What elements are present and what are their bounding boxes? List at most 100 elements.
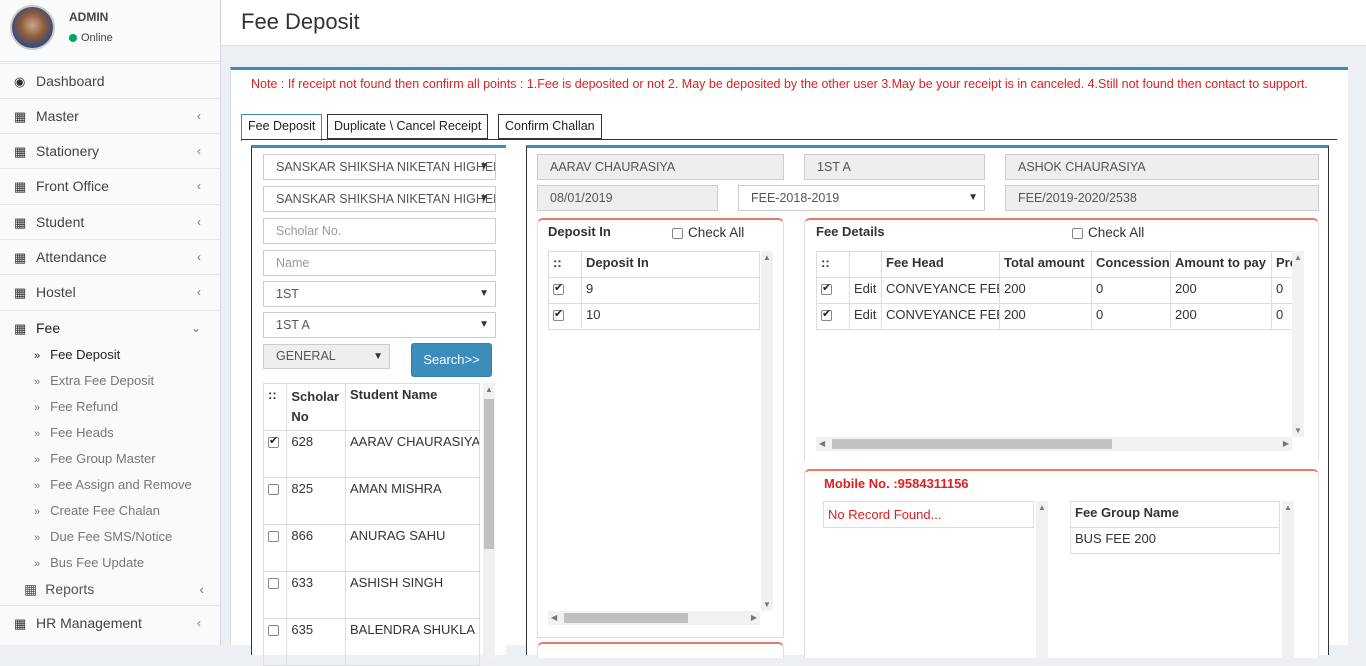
- school-select-2[interactable]: SANSKAR SHIKSHA NIKETAN HIGHER SECONDARY…: [263, 186, 496, 212]
- checkbox[interactable]: [268, 578, 279, 590]
- checkbox[interactable]: [821, 307, 832, 322]
- scroll-right-icon[interactable]: ▶: [1283, 439, 1289, 448]
- edit-link[interactable]: Edit: [849, 303, 882, 330]
- sidebar-item-hr-management[interactable]: ▦ HR Management ‹: [0, 605, 221, 640]
- checkbox[interactable]: [672, 227, 683, 239]
- row-checkbox-cell[interactable]: [816, 277, 850, 304]
- table-row[interactable]: Edit CONVEYANCE FEE 200 0 200 0: [816, 277, 1293, 304]
- table-row[interactable]: 633 ASHISH SINGH: [262, 571, 480, 619]
- checkbox[interactable]: [268, 434, 279, 449]
- table-row[interactable]: 635 BALENDRA SHUKLA: [262, 618, 480, 666]
- deposit-in-vscroll[interactable]: ▲ ▼: [761, 251, 773, 611]
- row-checkbox-cell[interactable]: [262, 524, 288, 572]
- sidebar-item-dashboard[interactable]: ◉ Dashboard: [0, 63, 221, 98]
- sidebar-item-attendance[interactable]: ▦ Attendance ‹: [0, 239, 221, 274]
- row-checkbox-cell[interactable]: [262, 618, 288, 666]
- fee-details-hscroll[interactable]: ◀ ▶: [816, 437, 1292, 451]
- user-status-label: Online: [81, 32, 113, 44]
- sidebar-item-hostel[interactable]: ▦ Hostel ‹: [0, 274, 221, 309]
- sidebar-item-stationery[interactable]: ▦ Stationery ‹: [0, 133, 221, 168]
- scroll-up-icon[interactable]: ▲: [485, 385, 493, 394]
- tab-duplicate-cancel-receipt[interactable]: Duplicate \ Cancel Receipt: [327, 114, 489, 139]
- search-button[interactable]: Search>>: [411, 343, 492, 377]
- checkbox[interactable]: [553, 307, 564, 322]
- scroll-down-icon[interactable]: ▼: [763, 600, 771, 609]
- scroll-left-icon[interactable]: ◀: [819, 439, 825, 448]
- table-row[interactable]: 825 AMAN MISHRA: [262, 477, 480, 525]
- fee-group-table: Fee Group Name BUS FEE 200: [1070, 501, 1280, 554]
- scroll-up-icon[interactable]: ▲: [1038, 503, 1046, 512]
- sidebar-item-fee[interactable]: ▦ Fee ⌄: [0, 310, 221, 345]
- scroll-down-icon[interactable]: ▼: [1294, 426, 1302, 435]
- scroll-thumb[interactable]: [564, 613, 688, 623]
- name-input[interactable]: Name: [263, 250, 496, 276]
- table-header: ::: [262, 383, 288, 431]
- table-row[interactable]: 628AARAV CHAURASIYA: [262, 430, 480, 478]
- check-all-label: Check All: [688, 225, 745, 240]
- scroll-up-icon[interactable]: ▲: [1284, 503, 1292, 512]
- scroll-up-icon[interactable]: ▲: [763, 253, 771, 262]
- category-select[interactable]: GENERAL ▼: [263, 344, 390, 369]
- sidebar-item-student[interactable]: ▦ Student ‹: [0, 204, 221, 239]
- scholar-no-input[interactable]: Scholar No.: [263, 218, 496, 244]
- fee-details-vscroll[interactable]: ▲ ▼: [1292, 251, 1304, 437]
- row-checkbox-cell[interactable]: [262, 571, 288, 619]
- deposit-check-all[interactable]: Check All: [672, 225, 744, 240]
- table-header: ::: [548, 251, 582, 278]
- sidebar-item-master[interactable]: ▦ Master ‹: [0, 98, 221, 133]
- sidebar-subitem-fee-refund[interactable]: » Fee Refund: [34, 394, 118, 420]
- student-name-cell: BALENDRA SHUKLA: [345, 618, 480, 666]
- sidebar-subitem-fee-group-master[interactable]: » Fee Group Master: [34, 446, 156, 472]
- double-chevron-right-icon: »: [34, 506, 41, 518]
- sidebar-item-front-office[interactable]: ▦ Front Office ‹: [0, 168, 221, 203]
- fee-group-vscroll[interactable]: ▲: [1282, 501, 1294, 660]
- school-select-value: SANSKAR SHIKSHA NIKETAN HIGHER SECONDARY: [276, 192, 495, 206]
- checkbox[interactable]: [268, 484, 279, 496]
- scroll-thumb[interactable]: [484, 399, 494, 549]
- sidebar-subitem-create-fee-chalan[interactable]: » Create Fee Chalan: [34, 498, 160, 524]
- edit-link[interactable]: Edit: [849, 277, 882, 304]
- sidebar-subitem-fee-assign[interactable]: » Fee Assign and Remove: [34, 472, 192, 498]
- sidebar-subitem-extra-fee-deposit[interactable]: » Extra Fee Deposit: [34, 368, 154, 394]
- table-row[interactable]: Edit CONVEYANCE FEE 200 0 200 0: [816, 303, 1293, 330]
- row-checkbox-cell[interactable]: [548, 303, 582, 330]
- sidebar-subitem-fee-heads[interactable]: » Fee Heads: [34, 420, 114, 446]
- deposit-in-hscroll[interactable]: ◀ ▶: [548, 611, 760, 625]
- sidebar-subitem-fee-deposit[interactable]: » Fee Deposit: [34, 342, 120, 368]
- school-select-1[interactable]: SANSKAR SHIKSHA NIKETAN HIGHER SECONDARY…: [263, 154, 496, 180]
- section-select[interactable]: 1ST A ▼: [263, 312, 496, 338]
- checkbox[interactable]: [268, 625, 279, 637]
- class-select[interactable]: 1ST ▼: [263, 281, 496, 307]
- row-checkbox-cell[interactable]: [262, 477, 288, 525]
- date-field[interactable]: 08/01/2019: [537, 185, 718, 211]
- table-row[interactable]: 866 ANURAG SAHU: [262, 524, 480, 572]
- scroll-left-icon[interactable]: ◀: [551, 613, 557, 622]
- double-chevron-right-icon: »: [34, 402, 41, 414]
- user-name: ADMIN: [69, 10, 109, 24]
- student-table-scrollbar[interactable]: ▲: [483, 383, 495, 658]
- table-row[interactable]: 10: [548, 303, 760, 330]
- scroll-thumb[interactable]: [832, 439, 1112, 449]
- checkbox[interactable]: [1072, 227, 1083, 239]
- grid-icon: ▦: [14, 144, 27, 159]
- sidebar-subitem-due-fee-sms[interactable]: » Due Fee SMS/Notice: [34, 524, 172, 550]
- row-checkbox-cell[interactable]: [262, 430, 288, 478]
- pre-cell: 0: [1271, 277, 1293, 304]
- fee-check-all[interactable]: Check All: [1072, 225, 1144, 240]
- tab-confirm-challan[interactable]: Confirm Challan: [498, 114, 602, 139]
- checkbox[interactable]: [268, 531, 279, 543]
- sidebar-subitem-bus-fee-update[interactable]: » Bus Fee Update: [34, 550, 144, 576]
- sidebar-item-reports[interactable]: ▦ Reports ‹: [24, 576, 214, 602]
- session-select[interactable]: FEE-2018-2019 ▼: [738, 185, 985, 211]
- table-row[interactable]: BUS FEE 200: [1070, 527, 1280, 554]
- checkbox[interactable]: [821, 281, 832, 296]
- table-row[interactable]: 9: [548, 277, 760, 304]
- checkbox[interactable]: [553, 281, 564, 296]
- scroll-right-icon[interactable]: ▶: [751, 613, 757, 622]
- row-checkbox-cell[interactable]: [816, 303, 850, 330]
- row-checkbox-cell[interactable]: [548, 277, 582, 304]
- mobile-list-vscroll[interactable]: ▲: [1036, 501, 1048, 660]
- student-name-cell: AARAV CHAURASIYA: [345, 430, 480, 478]
- scroll-up-icon[interactable]: ▲: [1294, 253, 1302, 262]
- tab-fee-deposit[interactable]: Fee Deposit: [241, 114, 323, 141]
